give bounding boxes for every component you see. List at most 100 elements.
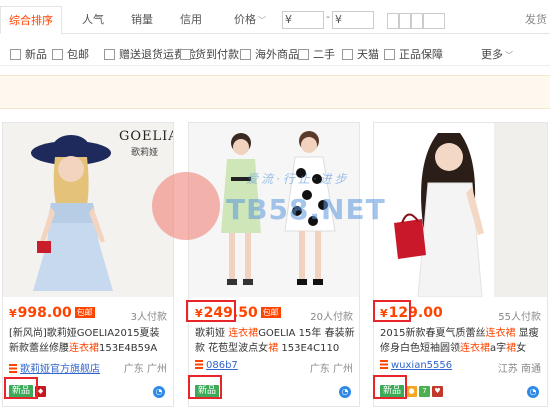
price-label: 价格: [234, 13, 256, 26]
checkbox-icon[interactable]: [342, 48, 353, 60]
title-keyword: 连衣裙: [228, 328, 259, 339]
filter-cash-on-delivery[interactable]: 货到付款: [180, 46, 239, 62]
watermark-slogan: 爱流·行止·进步: [246, 172, 350, 186]
product-image[interactable]: [374, 123, 547, 297]
tab-comprehensive-sort[interactable]: 综合排序: [0, 6, 62, 34]
price-value: 998.00: [17, 305, 72, 321]
free-shipping-tag: 包邮: [74, 307, 95, 318]
sales-count: 3人付款: [130, 312, 167, 323]
product-title[interactable]: 2015新款春夏气质蕾丝连衣裙 显瘦修身白色短袖圆领连衣裙a字裙女: [380, 326, 544, 356]
filter-label: 二手: [313, 48, 335, 61]
checkbox-icon[interactable]: [104, 48, 115, 60]
tab-popularity[interactable]: 人气: [76, 6, 110, 34]
wangwang-chat-icon[interactable]: ◔: [153, 386, 165, 398]
filter-label: 海外商品: [255, 48, 299, 61]
watermark-hand-icon: [152, 172, 220, 240]
title-keyword: 裙: [268, 343, 279, 354]
heart-icon: ♥: [432, 385, 444, 397]
sales-count: 55人付款: [498, 312, 541, 323]
chevron-down-icon: ﹀: [258, 16, 266, 25]
shop-link[interactable]: 086b7: [195, 360, 238, 371]
title-keyword: 连衣裙: [485, 328, 516, 339]
sort-bar: 综合排序 人气 销量 信用 价格 ﹀ ¥ - ¥ 发货: [0, 6, 550, 34]
currency-symbol: ¥: [285, 13, 292, 26]
grid-view-icon[interactable]: [387, 13, 399, 29]
product-card[interactable]: GOELIA 歌莉娅 ¥998.00 包邮 3人付款 [新风尚]歌莉娅GOELIA…: [2, 122, 174, 407]
wangwang-chat-icon[interactable]: ◔: [339, 386, 351, 398]
checkbox-icon[interactable]: [384, 48, 395, 60]
filter-label: 天猫: [357, 48, 379, 61]
more-filters-button[interactable]: 更多 ﹀: [481, 46, 513, 62]
tab-credit[interactable]: 信用: [174, 6, 208, 34]
free-shipping-tag: 包邮: [260, 307, 281, 318]
shop-name: 086b7: [206, 360, 238, 371]
filter-overseas[interactable]: 海外商品: [240, 46, 299, 62]
filter-label: 新品: [25, 48, 47, 61]
product-price: ¥998.00 包邮: [9, 305, 95, 321]
grid-view-icon[interactable]: [399, 13, 411, 29]
filter-label: 正品保障: [399, 48, 443, 61]
seven-day-return-icon: 7: [419, 385, 431, 397]
checkbox-icon[interactable]: [180, 48, 191, 60]
promo-banner: [0, 75, 550, 109]
checkbox-icon[interactable]: [10, 48, 21, 60]
title-text: 153E4B59A: [99, 343, 158, 354]
watermark-site: TB58.NET: [226, 193, 386, 226]
title-keyword: 裙: [506, 343, 517, 354]
title-text: 2015新款春夏气质蕾丝: [380, 328, 486, 339]
shop-icon: [195, 360, 203, 369]
highlight-box: [373, 300, 411, 322]
ship-location: 江苏 南通: [497, 364, 541, 375]
highlight-box: [373, 375, 407, 399]
tab-price[interactable]: 价格 ﹀: [226, 6, 274, 34]
product-title[interactable]: 歌莉娅 连衣裙GOELIA 15年 春装新款 花苞型波点女裙 153E4C110: [195, 326, 355, 356]
title-text: a字: [490, 343, 507, 354]
filter-new[interactable]: 新品: [10, 46, 47, 62]
checkbox-icon[interactable]: [52, 48, 63, 60]
highlight-box: [188, 375, 222, 399]
product-image[interactable]: GOELIA 歌莉娅: [3, 123, 173, 297]
price-max-input[interactable]: ¥: [332, 11, 374, 29]
tab-sales[interactable]: 销量: [126, 6, 158, 34]
product-title[interactable]: [新风尚]歌莉娅GOELIA2015夏装新款蕾丝修腰连衣裙153E4B59A: [9, 326, 169, 356]
chevron-down-icon: ﹀: [505, 51, 513, 60]
ship-location: 广东 广州: [123, 364, 167, 375]
gold-seller-icon: ●: [406, 385, 418, 397]
title-text: 歌莉娅: [195, 328, 229, 339]
filter-free-shipping[interactable]: 包邮: [52, 46, 89, 62]
title-keyword: 连衣裙: [460, 343, 490, 354]
ship-from-dropdown[interactable]: 发货: [525, 6, 547, 34]
price-min-input[interactable]: ¥: [282, 11, 324, 29]
title-text: 女: [516, 343, 527, 354]
brand-logo: GOELIA: [119, 129, 173, 144]
view-toggle[interactable]: [387, 13, 445, 29]
currency-symbol: ¥: [335, 13, 342, 26]
product-card[interactable]: ¥129.00 55人付款 2015新款春夏气质蕾丝连衣裙 显瘦修身白色短袖圆领…: [373, 122, 548, 407]
title-keyword: 连衣裙: [69, 343, 99, 354]
currency-symbol: ¥: [9, 307, 17, 320]
filter-genuine[interactable]: 正品保障: [384, 46, 443, 62]
highlight-box: [4, 377, 38, 399]
checkbox-icon[interactable]: [298, 48, 309, 60]
shop-icon: [380, 360, 388, 369]
shop-link[interactable]: wuxian5556: [380, 360, 452, 371]
filter-tmall[interactable]: 天猫: [342, 46, 379, 62]
wangwang-chat-icon[interactable]: ◔: [527, 386, 539, 398]
title-text: 153E4C110: [278, 343, 340, 354]
brand-logo-cn: 歌莉娅: [131, 148, 159, 158]
checkbox-icon[interactable]: [240, 48, 251, 60]
filter-bar: 新品 包邮 赠送退货运费险 货到付款 海外商品 二手 天猫 正品保障 更多 ﹀: [0, 38, 550, 66]
filter-secondhand[interactable]: 二手: [298, 46, 335, 62]
filter-label: 货到付款: [195, 48, 239, 61]
shop-icon: [9, 364, 17, 373]
sales-count: 20人付款: [310, 312, 353, 323]
more-label: 更多: [481, 48, 503, 61]
list-view-icon[interactable]: [423, 13, 445, 29]
price-range-dash: -: [326, 10, 330, 23]
list-view-icon[interactable]: [411, 13, 423, 29]
shop-name: wuxian5556: [391, 360, 453, 371]
shop-link[interactable]: 歌莉娅官方旗舰店: [9, 360, 100, 375]
shop-name: 歌莉娅官方旗舰店: [20, 364, 100, 375]
highlight-box: [186, 300, 236, 322]
product-card[interactable]: ¥249.50 包邮 20人付款 歌莉娅 连衣裙GOELIA 15年 春装新款 花…: [188, 122, 360, 407]
